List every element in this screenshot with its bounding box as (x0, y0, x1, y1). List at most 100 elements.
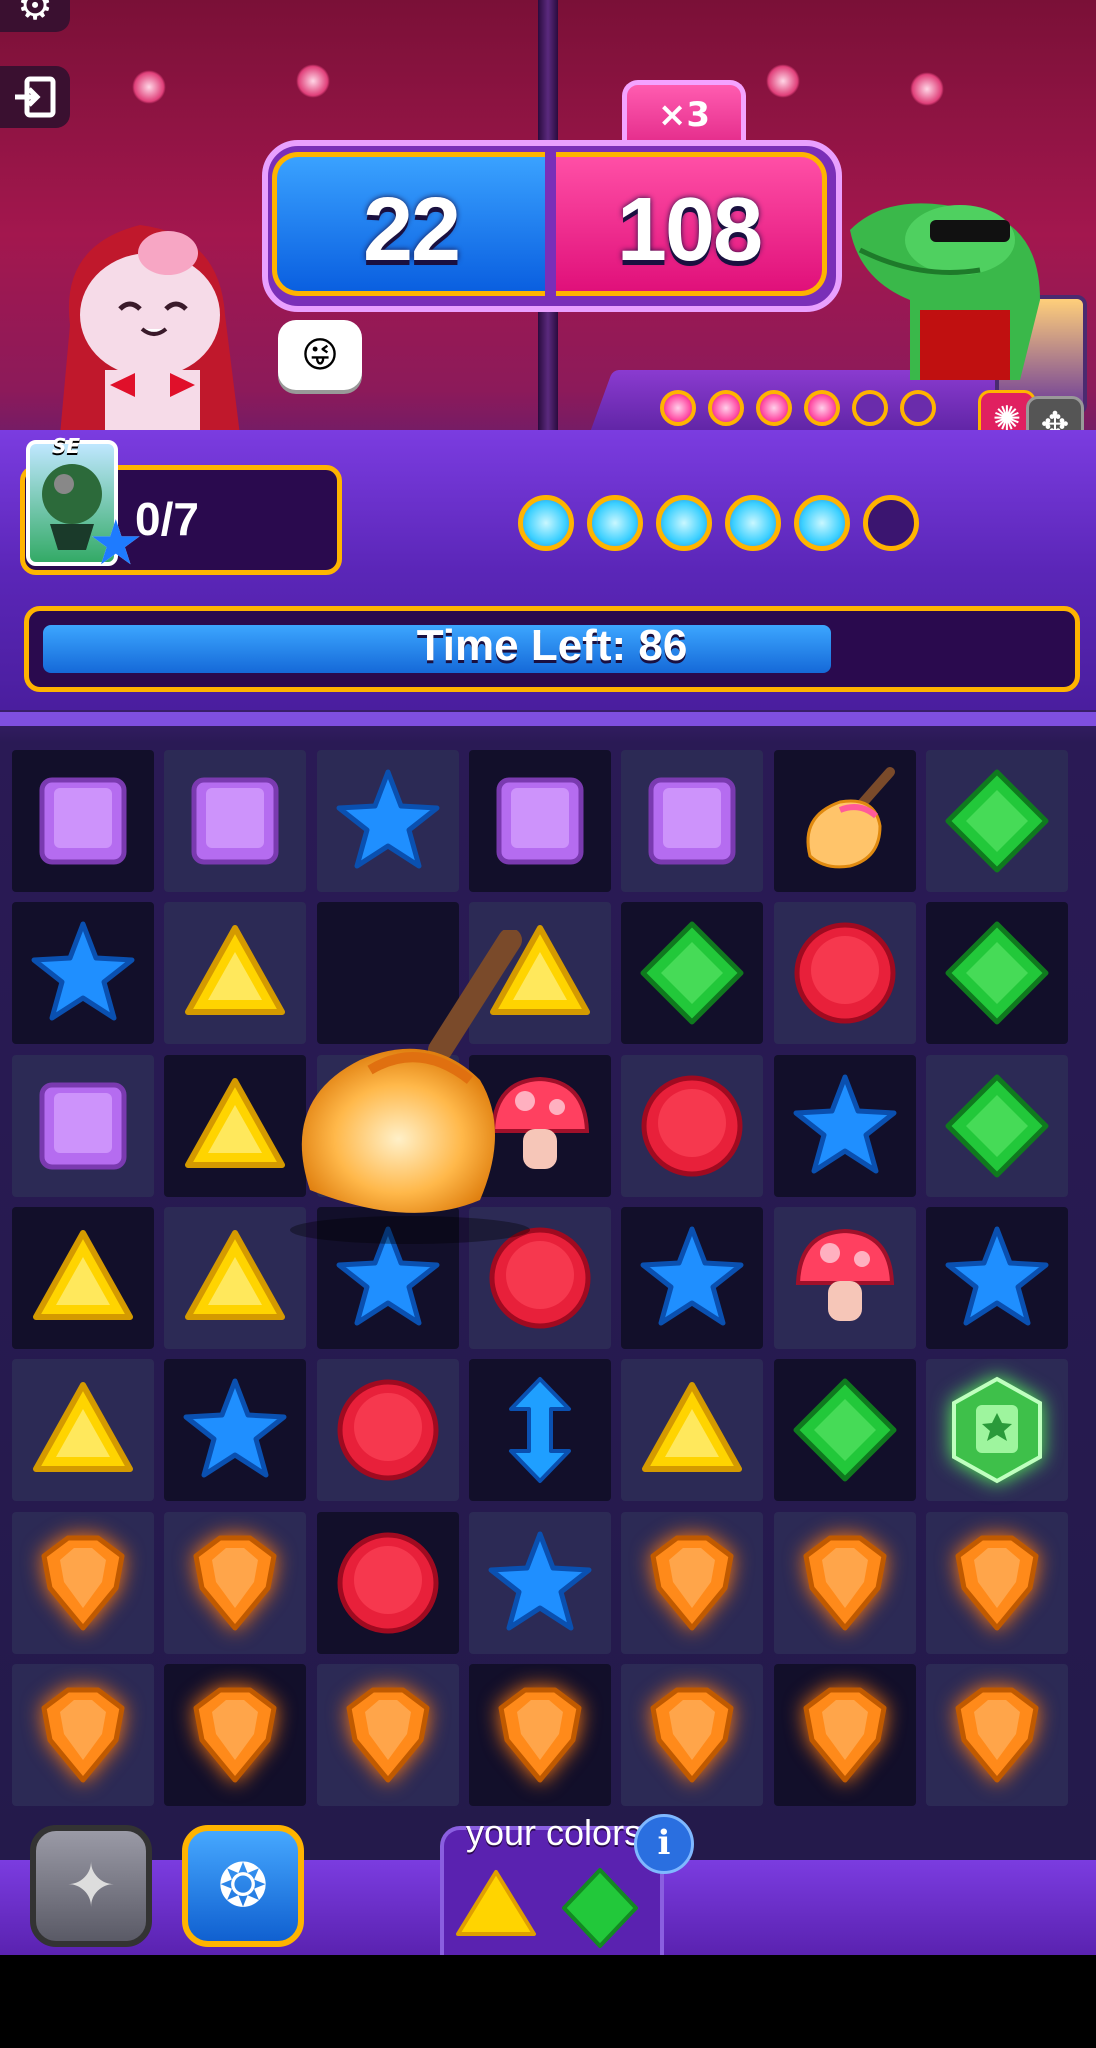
ability-dot (518, 495, 574, 551)
shield-gem[interactable] (942, 1680, 1052, 1790)
shield-gem[interactable] (28, 1528, 138, 1638)
board-cell[interactable] (12, 1207, 154, 1349)
exit-icon (15, 76, 56, 118)
shield-gem[interactable] (790, 1680, 900, 1790)
board-cell[interactable] (12, 1512, 154, 1654)
sparkle-tool-button[interactable]: ✦ (30, 1825, 152, 1947)
star-gem[interactable] (333, 766, 443, 876)
timer-label: Time Left: 86 (416, 621, 688, 670)
triangle-gem[interactable] (180, 1223, 290, 1333)
ability-dot (587, 495, 643, 551)
broom-powerup-effect (290, 930, 530, 1244)
game-board[interactable] (12, 750, 1084, 1820)
board-cell[interactable] (926, 1055, 1068, 1197)
board-cell[interactable] (774, 1512, 916, 1654)
board-cell[interactable] (926, 750, 1068, 892)
board-cell[interactable] (469, 1359, 611, 1501)
stage-light (296, 64, 330, 98)
board-cell[interactable] (926, 1664, 1068, 1806)
board-cell[interactable] (12, 902, 154, 1044)
diamond-gem[interactable] (942, 918, 1052, 1028)
shield-gem[interactable] (485, 1680, 595, 1790)
triangle-gem[interactable] (28, 1375, 138, 1485)
board-cell[interactable] (12, 750, 154, 892)
board-cell[interactable] (774, 902, 916, 1044)
board-cell[interactable] (469, 1664, 611, 1806)
star-gem[interactable] (28, 918, 138, 1028)
star-gem[interactable] (790, 1071, 900, 1181)
badge-gem[interactable] (942, 1375, 1052, 1485)
shield-gem[interactable] (180, 1680, 290, 1790)
board-cell[interactable] (926, 1207, 1068, 1349)
ability-dot (756, 390, 792, 426)
scarab-icon: ❂ (217, 1851, 269, 1921)
board-cell[interactable] (469, 1512, 611, 1654)
triangle-gem[interactable] (637, 1375, 747, 1485)
diamond-gem[interactable] (790, 1375, 900, 1485)
triangle-gem[interactable] (180, 918, 290, 1028)
shield-gem[interactable] (28, 1680, 138, 1790)
board-cell[interactable] (12, 1055, 154, 1197)
board-cell[interactable] (621, 1207, 763, 1349)
star-gem[interactable] (637, 1223, 747, 1333)
square-gem[interactable] (28, 1071, 138, 1181)
square-gem[interactable] (485, 766, 595, 876)
exit-button[interactable] (0, 66, 70, 128)
scarab-tool-button[interactable]: ❂ (182, 1825, 304, 1947)
shield-gem[interactable] (180, 1528, 290, 1638)
triangle-gem[interactable] (28, 1223, 138, 1333)
board-cell[interactable] (164, 1664, 306, 1806)
settings-button[interactable]: ⚙ (0, 0, 70, 32)
square-gem[interactable] (28, 766, 138, 876)
board-cell[interactable] (317, 1359, 459, 1501)
diamond-gem[interactable] (942, 766, 1052, 876)
board-cell[interactable] (621, 1055, 763, 1197)
board-cell[interactable] (621, 1664, 763, 1806)
board-cell[interactable] (926, 1359, 1068, 1501)
star-gem[interactable] (485, 1528, 595, 1638)
diamond-gem[interactable] (637, 918, 747, 1028)
star-gem[interactable] (180, 1375, 290, 1485)
board-cell[interactable] (774, 1055, 916, 1197)
square-gem[interactable] (180, 766, 290, 876)
board-cell[interactable] (164, 1359, 306, 1501)
board-cell[interactable] (621, 1512, 763, 1654)
circle-gem[interactable] (333, 1375, 443, 1485)
mushroom-gem[interactable] (790, 1223, 900, 1333)
board-cell[interactable] (774, 1207, 916, 1349)
diamond-gem[interactable] (942, 1071, 1052, 1181)
board-cell[interactable] (469, 750, 611, 892)
circle-gem[interactable] (637, 1071, 747, 1181)
board-cell[interactable] (164, 1512, 306, 1654)
shield-gem[interactable] (942, 1528, 1052, 1638)
board-cell[interactable] (164, 750, 306, 892)
shield-gem[interactable] (790, 1528, 900, 1638)
board-cell[interactable] (774, 1359, 916, 1501)
square-gem[interactable] (637, 766, 747, 876)
circle-gem[interactable] (333, 1528, 443, 1638)
info-button[interactable]: i (634, 1814, 694, 1874)
board-cell[interactable] (317, 1512, 459, 1654)
star-gem[interactable] (942, 1223, 1052, 1333)
emote-button[interactable]: 😜 (278, 320, 362, 390)
board-cell[interactable] (12, 1359, 154, 1501)
shield-gem[interactable] (333, 1680, 443, 1790)
shield-gem[interactable] (637, 1528, 747, 1638)
shield-gem[interactable] (637, 1680, 747, 1790)
board-cell[interactable] (774, 1664, 916, 1806)
board-cell[interactable] (621, 902, 763, 1044)
board-cell[interactable] (621, 1359, 763, 1501)
board-cell[interactable] (926, 902, 1068, 1044)
broom-gem[interactable] (790, 766, 900, 876)
board-cell[interactable] (774, 750, 916, 892)
triangle-gem[interactable] (180, 1071, 290, 1181)
board-cell[interactable] (317, 1664, 459, 1806)
player-progress: 0/7 (135, 493, 199, 545)
arrow-gem[interactable] (485, 1375, 595, 1485)
board-cell[interactable] (621, 750, 763, 892)
board-cell[interactable] (12, 1664, 154, 1806)
board-cell[interactable] (926, 1512, 1068, 1654)
board-cell[interactable] (317, 750, 459, 892)
circle-gem[interactable] (790, 918, 900, 1028)
stage-light (910, 72, 944, 106)
